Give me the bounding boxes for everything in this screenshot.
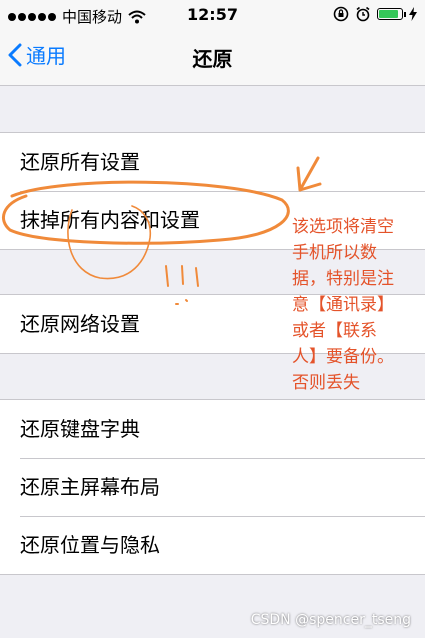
annotation-line: 手机所以数	[292, 243, 377, 263]
status-bar: 中国移动 12:57	[0, 0, 425, 30]
back-button[interactable]: 通用	[8, 40, 66, 69]
annotation-line: 否则丢失	[292, 373, 360, 393]
reset-keyboard-dictionary-item[interactable]: 还原键盘字典	[0, 400, 425, 458]
reset-network-settings-label: 还原网络设置	[20, 312, 140, 336]
battery-icon	[377, 8, 406, 20]
reset-home-screen-layout-item[interactable]: 还原主屏幕布局	[0, 458, 425, 516]
reset-home-screen-layout-label: 还原主屏幕布局	[20, 475, 160, 499]
watermark: CSDN @spencer_tseng	[250, 612, 411, 628]
charging-icon	[409, 7, 417, 21]
erase-all-content-label: 抹掉所有内容和设置	[20, 208, 200, 232]
annotation-line: 意【通讯录】	[292, 295, 394, 315]
annotation-note: 该选项将清空 手机所以数 据，特别是注 意【通讯录】 或者【联系 人】要备份。 …	[292, 214, 422, 396]
reset-all-settings-label: 还原所有设置	[20, 150, 140, 174]
back-button-label: 通用	[26, 44, 66, 68]
chevron-left-icon	[8, 43, 22, 66]
rotation-lock-icon	[333, 6, 349, 22]
status-right	[333, 6, 417, 22]
navigation-bar: 通用 还原	[0, 30, 425, 86]
annotation-tick-marks	[165, 265, 199, 287]
reset-group-3: 还原键盘字典 还原主屏幕布局 还原位置与隐私	[0, 399, 425, 575]
alarm-icon	[356, 6, 370, 22]
annotation-line: 或者【联系	[292, 321, 377, 341]
reset-keyboard-dictionary-label: 还原键盘字典	[20, 417, 140, 441]
reset-all-settings-item[interactable]: 还原所有设置	[0, 133, 425, 191]
reset-location-privacy-item[interactable]: 还原位置与隐私	[0, 516, 425, 574]
annotation-line: 人】要备份。	[292, 347, 394, 367]
annotation-line: 该选项将清空	[292, 217, 394, 237]
reset-location-privacy-label: 还原位置与隐私	[20, 533, 160, 557]
annotation-line: 据，特别是注	[292, 269, 394, 289]
